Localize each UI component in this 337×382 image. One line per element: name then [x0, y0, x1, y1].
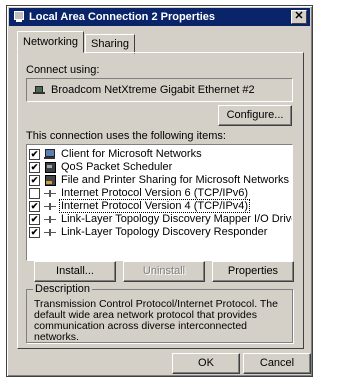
protocol-icon [44, 188, 56, 199]
item-label: Link-Layer Topology Discovery Mapper I/O… [61, 213, 293, 225]
connect-using-label: Connect using: [26, 64, 100, 76]
list-item[interactable]: Client for Microsoft Networks [29, 148, 204, 160]
list-item[interactable]: Link-Layer Topology Discovery Mapper I/O… [29, 213, 293, 225]
ok-button[interactable]: OK [172, 353, 240, 374]
networking-panel: Connect using: Broadcom NetXtreme Gigabi… [17, 52, 304, 349]
item-label: File and Printer Sharing for Microsoft N… [61, 174, 290, 186]
items-list[interactable]: Client for Microsoft Networks QoS Packet… [26, 144, 293, 261]
list-item[interactable]: Link-Layer Topology Discovery Responder [29, 226, 269, 238]
list-item[interactable]: File and Printer Sharing for Microsoft N… [29, 174, 291, 186]
configure-button[interactable]: Configure... [218, 105, 292, 126]
item-checkbox[interactable] [29, 174, 40, 186]
install-button[interactable]: Install... [34, 261, 116, 282]
list-item-selected[interactable]: Internet Protocol Version 4 (TCP/IPv4) [29, 199, 251, 213]
description-legend: Description [33, 283, 93, 295]
network-connection-icon [13, 11, 25, 23]
properties-dialog: Local Area Connection 2 Properties ✕ Net… [6, 5, 313, 377]
item-checkbox[interactable] [29, 200, 40, 212]
service-icon [44, 161, 56, 173]
properties-button[interactable]: Properties [212, 261, 294, 282]
window-title: Local Area Connection 2 Properties [29, 11, 216, 23]
item-checkbox[interactable] [29, 161, 40, 173]
list-item[interactable]: QoS Packet Scheduler [29, 161, 174, 173]
protocol-icon [44, 227, 56, 238]
item-checkbox[interactable] [29, 213, 40, 225]
description-group: Description Transmission Control Protoco… [26, 283, 293, 343]
title-bar[interactable]: Local Area Connection 2 Properties ✕ [9, 8, 310, 26]
tab-sharing[interactable]: Sharing [85, 34, 135, 54]
cancel-button[interactable]: Cancel [243, 353, 311, 374]
protocol-icon [44, 201, 56, 212]
list-item[interactable]: Internet Protocol Version 6 (TCP/IPv6) [29, 187, 250, 199]
item-label: Internet Protocol Version 6 (TCP/IPv6) [61, 187, 249, 199]
uninstall-button[interactable]: Uninstall [123, 261, 205, 282]
adapter-field: Broadcom NetXtreme Gigabit Ethernet #2 [26, 78, 293, 102]
items-label: This connection uses the following items… [26, 130, 226, 142]
item-label: Link-Layer Topology Discovery Responder [61, 226, 268, 238]
item-checkbox[interactable] [29, 226, 40, 238]
network-client-icon [44, 148, 56, 160]
item-checkbox[interactable] [29, 148, 40, 160]
protocol-icon [44, 214, 56, 225]
adapter-name: Broadcom NetXtreme Gigabit Ethernet #2 [51, 84, 255, 96]
item-label: Client for Microsoft Networks [61, 148, 202, 160]
item-label: Internet Protocol Version 4 (TCP/IPv4) [59, 199, 251, 213]
close-button[interactable]: ✕ [291, 10, 307, 24]
item-checkbox[interactable] [29, 187, 40, 199]
item-label: QoS Packet Scheduler [61, 161, 173, 173]
tab-networking[interactable]: Networking [17, 31, 85, 53]
network-adapter-icon [33, 84, 45, 96]
description-text: Transmission Control Protocol/Internet P… [34, 298, 278, 343]
service-icon [44, 174, 56, 186]
tab-strip: Networking Sharing [17, 31, 136, 54]
